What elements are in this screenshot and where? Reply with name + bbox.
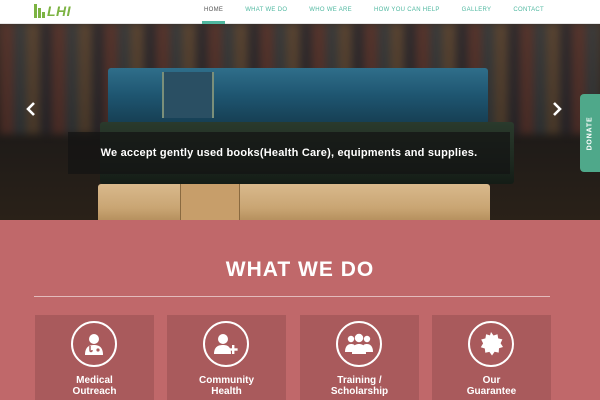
hero-book-tan bbox=[98, 184, 490, 220]
book-spine-band bbox=[180, 184, 240, 220]
card-title: Community Health bbox=[167, 375, 286, 397]
badge-icon bbox=[468, 321, 514, 367]
card-our-guarantee[interactable]: Our Guarantee bbox=[432, 315, 551, 400]
card-title: Medical Outreach bbox=[35, 375, 154, 397]
nav-item-who-we-are[interactable]: WHO WE ARE bbox=[309, 0, 352, 24]
card-title-line1: Our bbox=[482, 375, 501, 386]
donate-button[interactable]: DONATE bbox=[580, 94, 600, 172]
hero-slider: We accept gently used books(Health Care)… bbox=[0, 24, 600, 220]
doctor-icon bbox=[71, 321, 117, 367]
card-title-line2: Guarantee bbox=[466, 386, 517, 397]
nav-item-home[interactable]: HOME bbox=[201, 0, 226, 24]
card-title-line2: Health bbox=[211, 386, 242, 397]
card-community-health[interactable]: Community Health bbox=[167, 315, 286, 400]
service-cards: Medical Outreach Community Health Traini… bbox=[35, 315, 551, 400]
chevron-left-icon[interactable] bbox=[24, 102, 38, 122]
hero-caption-box: We accept gently used books(Health Care)… bbox=[68, 132, 510, 174]
section-divider bbox=[34, 296, 550, 297]
nav-item-what-we-do[interactable]: WHAT WE DO bbox=[245, 0, 287, 24]
card-title-line1: Community bbox=[199, 375, 254, 386]
top-nav: LHI HOME WHAT WE DO WHO WE ARE HOW YOU C… bbox=[0, 0, 600, 24]
nav-item-how-you-can-help[interactable]: HOW YOU CAN HELP bbox=[374, 0, 440, 24]
group-icon bbox=[336, 321, 382, 367]
nav-item-gallery[interactable]: GALLERY bbox=[462, 0, 492, 24]
book-spine-label bbox=[162, 72, 214, 118]
nav-item-contact[interactable]: CONTACT bbox=[513, 0, 544, 24]
card-training-scholarship[interactable]: Training / Scholarship bbox=[300, 315, 419, 400]
card-title: Our Guarantee bbox=[432, 375, 551, 397]
nav-links: HOME WHAT WE DO WHO WE ARE HOW YOU CAN H… bbox=[182, 0, 544, 24]
donate-label: DONATE bbox=[586, 116, 594, 150]
card-title: Training / Scholarship bbox=[300, 375, 419, 397]
card-medical-outreach[interactable]: Medical Outreach bbox=[35, 315, 154, 400]
card-title-line2: Outreach bbox=[72, 386, 117, 397]
hero-book-blue bbox=[108, 68, 488, 124]
logo-bars-icon bbox=[34, 4, 46, 18]
section-title-what-we-do: WHAT WE DO bbox=[225, 258, 375, 281]
logo-text: LHI bbox=[47, 3, 72, 19]
card-title-line2: Scholarship bbox=[330, 386, 389, 397]
hero-caption: We accept gently used books(Health Care)… bbox=[100, 147, 478, 159]
logo[interactable]: LHI bbox=[34, 3, 71, 19]
person-add-icon bbox=[203, 321, 249, 367]
card-title-line1: Medical bbox=[76, 375, 113, 386]
chevron-right-icon[interactable] bbox=[550, 102, 564, 122]
card-title-line1: Training / bbox=[337, 375, 382, 386]
